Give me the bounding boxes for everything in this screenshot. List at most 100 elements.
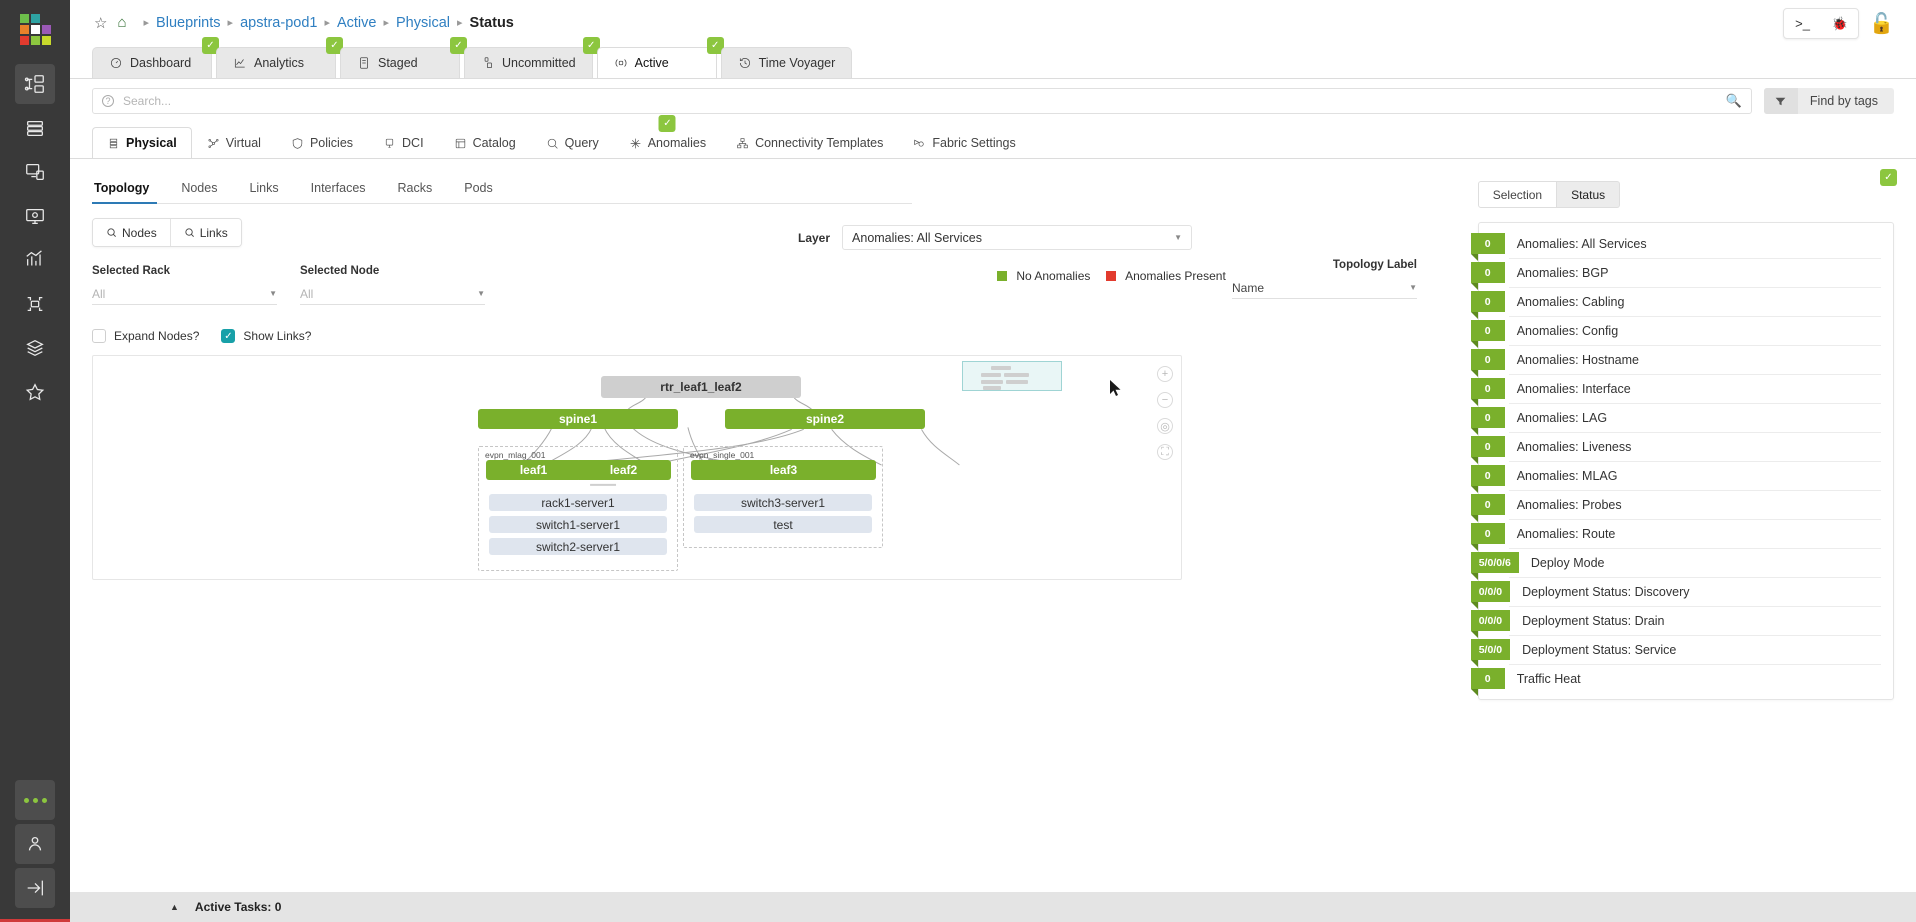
topology-node-leaf3[interactable]: leaf3 [691,460,876,480]
topology-canvas[interactable]: rtr_leaf1_leaf2 spine1 spine2 evpn_mlag_… [92,355,1182,580]
topology-node-leaf1[interactable]: leaf1 [486,460,581,480]
user-icon[interactable] [15,824,55,864]
sidebar-item-platform[interactable] [15,328,55,368]
tab-catalog[interactable]: Catalog [439,127,531,158]
status-row[interactable]: 0Anomalies: All Services [1479,229,1893,258]
topology-node-spine1[interactable]: spine1 [478,409,678,429]
expand-caret-icon[interactable]: ▲ [170,902,179,912]
search-icon[interactable]: 🔍 [1726,93,1742,109]
active-tasks-bar[interactable]: ▲ Active Tasks: 0 [70,892,1916,922]
zoom-in-button[interactable]: + [1157,366,1173,382]
tab-dci[interactable]: DCI [368,127,439,158]
logout-icon[interactable] [15,868,55,908]
topology-node-switch2-server1[interactable]: switch2-server1 [489,538,667,555]
tab-policies[interactable]: Policies [276,127,368,158]
tab-analytics[interactable]: Analytics ✓ [216,47,336,78]
tab-dashboard[interactable]: Dashboard ✓ [92,47,212,78]
tab-staged[interactable]: Staged ✓ [340,47,460,78]
recenter-button[interactable]: ◎ [1157,418,1173,434]
tab-fabric-settings[interactable]: Fabric Settings [898,127,1030,158]
tab-connectivity-templates[interactable]: Connectivity Templates [721,127,898,158]
sidebar-item-resources[interactable] [15,152,55,192]
subtab-interfaces[interactable]: Interfaces [295,181,382,203]
tab-time-voyager[interactable]: Time Voyager [721,47,853,78]
find-by-tags-button[interactable]: Find by tags [1764,88,1894,114]
topology-node-rack1-server1[interactable]: rack1-server1 [489,494,667,511]
search-input[interactable] [121,93,1726,109]
filter-row: Selected Rack All ▼ Selected Node All ▼ … [92,265,1470,305]
zoom-out-button[interactable]: − [1157,392,1173,408]
status-row[interactable]: 0Anomalies: Route [1479,519,1893,548]
subtab-nodes[interactable]: Nodes [165,181,233,203]
layer-control: Layer Anomalies: All Services ▼ [798,225,1192,250]
topology-node-test[interactable]: test [694,516,872,533]
unlock-icon[interactable]: 🔓 [1869,14,1894,34]
search-links-button[interactable]: Links [170,219,241,246]
legend-item-no-anomalies: No Anomalies [997,269,1090,283]
breadcrumb-item-physical[interactable]: Physical [396,15,450,31]
more-dots-icon[interactable] [15,780,55,820]
tab-status[interactable]: Status ✓ [1557,181,1620,208]
sidebar-item-analytics[interactable] [15,240,55,280]
tab-virtual[interactable]: Virtual [192,127,276,158]
status-value: 0 [1471,378,1505,399]
status-row[interactable]: 0Anomalies: Config [1479,316,1893,345]
checkbox-box [92,329,106,343]
status-row[interactable]: 0Anomalies: Cabling [1479,287,1893,316]
topology-node-switch3-server1[interactable]: switch3-server1 [694,494,872,511]
subtab-racks[interactable]: Racks [382,181,449,203]
topology-node-router[interactable]: rtr_leaf1_leaf2 [601,376,801,398]
status-row[interactable]: 0Anomalies: Probes [1479,490,1893,519]
bug-icon[interactable]: 🐞 [1821,9,1858,38]
sidebar-item-devices[interactable] [15,108,55,148]
catalog-icon [454,137,467,150]
show-links-checkbox[interactable]: ✓ Show Links? [221,329,311,343]
status-row[interactable]: 0/0/0Deployment Status: Discovery [1479,577,1893,606]
subtab-pods[interactable]: Pods [448,181,509,203]
topology-node-leaf2[interactable]: leaf2 [576,460,671,480]
layer-select[interactable]: Anomalies: All Services ▼ [842,225,1192,250]
sidebar-item-favorites[interactable] [15,372,55,412]
tab-anomalies[interactable]: Anomalies ✓ [614,127,721,158]
fit-to-screen-button[interactable]: ⛶ [1157,444,1173,460]
search-box[interactable]: ? 🔍 [92,88,1752,114]
breadcrumb-item-active[interactable]: Active [337,15,377,31]
topology-node-spine2[interactable]: spine2 [725,409,925,429]
status-row[interactable]: 5/0/0/6Deploy Mode [1479,548,1893,577]
favorite-star-icon[interactable]: ☆ [94,14,107,32]
status-row[interactable]: 0/0/0Deployment Status: Drain [1479,606,1893,635]
sidebar-item-external-systems[interactable] [15,196,55,236]
status-row[interactable]: 0Anomalies: MLAG [1479,461,1893,490]
chevron-down-icon: ▼ [1174,233,1182,242]
status-row[interactable]: 0Anomalies: BGP [1479,258,1893,287]
home-icon[interactable]: ⌂ [117,14,126,31]
subtab-topology[interactable]: Topology [92,181,165,203]
status-row[interactable]: 0Anomalies: LAG [1479,403,1893,432]
status-value: 5/0/0/6 [1471,552,1519,573]
status-row[interactable]: 0Anomalies: Interface [1479,374,1893,403]
search-nodes-button[interactable]: Nodes [93,219,170,246]
tab-physical[interactable]: Physical [92,127,192,158]
expand-nodes-checkbox[interactable]: Expand Nodes? [92,329,199,343]
sidebar-item-blueprints[interactable] [15,64,55,104]
tab-selection[interactable]: Selection [1478,181,1557,208]
breadcrumb-item-blueprints[interactable]: Blueprints [156,15,220,31]
checkbox-label: Show Links? [243,329,311,343]
console-icon[interactable]: >_ [1784,9,1821,38]
tab-query[interactable]: Query [531,127,614,158]
subtab-links[interactable]: Links [233,181,294,203]
topology-minimap[interactable] [962,361,1062,391]
topology-label-select[interactable]: Name ▼ [1232,277,1417,299]
tab-active[interactable]: Active ✓ [597,47,717,78]
status-row[interactable]: 0Anomalies: Liveness [1479,432,1893,461]
status-row[interactable]: 0Anomalies: Hostname [1479,345,1893,374]
status-row[interactable]: 5/0/0Deployment Status: Service [1479,635,1893,664]
status-row[interactable]: 0Traffic Heat [1479,664,1893,693]
sidebar-item-flow[interactable] [15,284,55,324]
breadcrumb-item-apstra-pod1[interactable]: apstra-pod1 [240,15,317,31]
tab-uncommitted[interactable]: Uncommitted ✓ [464,47,593,78]
selected-node-select[interactable]: All ▼ [300,283,485,305]
topology-node-switch1-server1[interactable]: switch1-server1 [489,516,667,533]
selected-rack-select[interactable]: All ▼ [92,283,277,305]
tab-label: Virtual [226,136,261,150]
